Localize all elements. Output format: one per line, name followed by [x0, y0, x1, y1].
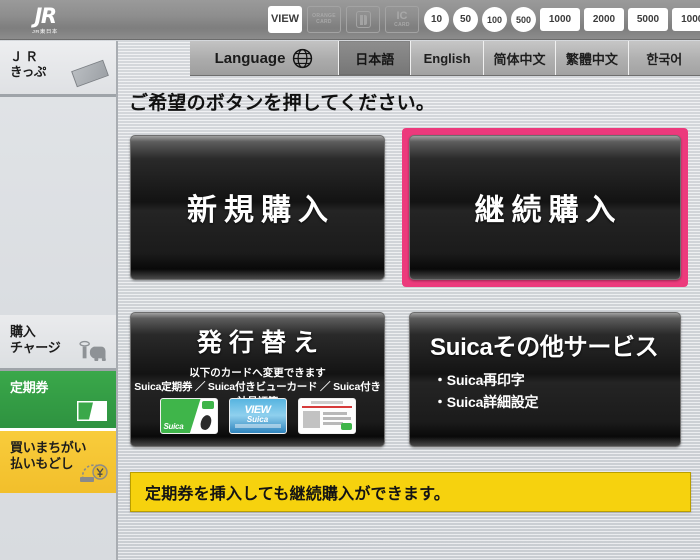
employee-id-card-icon — [297, 398, 356, 434]
sidebar: Ｊ Ｒ きっぷ 購入 チャージ 定期券 買いまちがい 払いもどし — [0, 41, 118, 560]
renewal-purchase-button-label: 継続購入 — [474, 193, 623, 227]
jr-logo-mark: JR — [34, 3, 57, 28]
bill-5000: 5000 — [628, 8, 668, 31]
payment-method-icons: VIEW ORANGE CARD IC CARD — [268, 6, 419, 33]
new-purchase-button-label: 新規購入 — [187, 193, 335, 227]
notice-bar: 定期券を挿入しても継続購入ができます。 — [130, 472, 691, 512]
accepted-money-icons: 10 50 100 500 1000 2000 5000 10000 — [424, 7, 700, 32]
main-panel: ご希望のボタンを押してください。 新規購入 継続購入 発行替え 以下のカードへ変… — [120, 76, 700, 560]
sidebar-item-jr-ticket[interactable]: Ｊ Ｒ きっぷ — [0, 41, 116, 97]
bill-2000: 2000 — [584, 8, 624, 31]
view-suica-card-icon: VIEW Suica — [228, 398, 287, 434]
sidebar-item-purchase-charge[interactable]: 購入 チャージ — [0, 315, 116, 371]
orange-card-icon: ORANGE CARD — [307, 6, 341, 33]
coin-50: 50 — [453, 7, 478, 32]
id-glyph — [355, 11, 371, 28]
jr-logo: JR JR東日本 — [14, 4, 76, 36]
suica-services-button[interactable]: Suicaその他サービス ・Suica再印字 ・Suica詳細設定 — [409, 312, 681, 447]
new-purchase-button[interactable]: 新規購入 — [130, 135, 385, 280]
ticket-machine-screen: JR JR東日本 VIEW ORANGE CARD IC CARD 10 50 … — [0, 0, 700, 560]
notice-text: 定期券を挿入しても継続購入ができます。 — [145, 486, 450, 503]
view-card-icon: VIEW — [268, 6, 302, 33]
sidebar-spacer — [0, 97, 116, 315]
page-title: ご希望のボタンを押してください。 — [129, 93, 436, 114]
globe-icon — [293, 48, 313, 68]
sidebar-item-commuter-pass-label: 定期券 — [10, 380, 49, 395]
reissue-subtitle-1: 以下のカードへ変更できます — [189, 367, 326, 379]
suica-service-item-settings: ・Suica詳細設定 — [433, 394, 539, 410]
suica-card-icon: Suica — [159, 398, 218, 434]
sidebar-item-commuter-pass[interactable]: 定期券 — [0, 371, 116, 431]
reissue-button-label: 発行替え — [196, 329, 325, 357]
coin-500: 500 — [511, 7, 536, 32]
sidebar-item-refund[interactable]: 買いまちがい 払いもどし — [0, 431, 116, 493]
bill-10000: 10000 — [672, 8, 700, 31]
suica-card-label: Suica — [163, 422, 184, 431]
coin-100: 100 — [482, 7, 507, 32]
reissue-button[interactable]: 発行替え 以下のカードへ変更できます Suica定期券 ／ Suica付きビュー… — [130, 312, 385, 447]
language-bar: Language 日本語 English 简体中文 繁體中文 한국어 — [190, 41, 700, 76]
suica-services-label: Suicaその他サービス — [430, 334, 659, 361]
tab-english[interactable]: English — [410, 41, 483, 75]
header-bar: JR JR東日本 VIEW ORANGE CARD IC CARD 10 50 … — [0, 0, 700, 40]
tab-korean[interactable]: 한국어 — [627, 41, 700, 75]
coin-10: 10 — [424, 7, 449, 32]
tab-traditional-chinese[interactable]: 繁體中文 — [555, 41, 628, 75]
ic-card-icon — [79, 340, 106, 361]
language-label-text: Language — [214, 49, 286, 67]
id-payment-icon — [346, 6, 380, 33]
commuter-pass-icon — [77, 401, 107, 421]
renewal-purchase-button[interactable]: 継続購入 — [409, 135, 681, 280]
tab-japanese[interactable]: 日本語 — [338, 41, 411, 75]
bill-1000: 1000 — [540, 8, 580, 31]
refund-icon — [80, 464, 108, 482]
tab-simplified-chinese[interactable]: 简体中文 — [482, 41, 556, 75]
language-label: Language — [190, 41, 338, 75]
ic-card-icon: IC CARD — [385, 6, 419, 33]
jr-logo-subtitle: JR東日本 — [32, 28, 58, 35]
reissue-card-images: Suica VIEW Suica — [131, 398, 384, 434]
view-card-line2: Suica — [246, 415, 269, 424]
suica-service-item-reprint: ・Suica再印字 — [433, 372, 525, 388]
